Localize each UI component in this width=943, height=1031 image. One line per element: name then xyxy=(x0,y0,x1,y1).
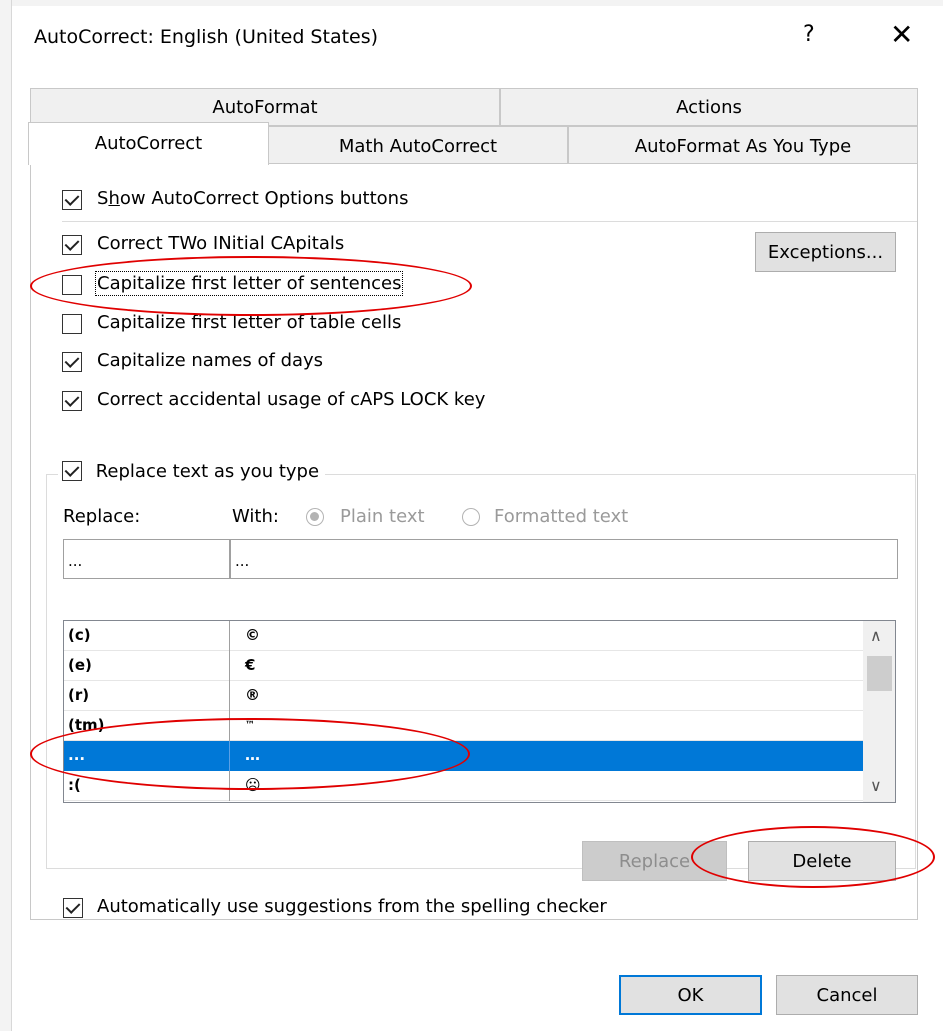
scrollbar-thumb[interactable] xyxy=(867,656,892,691)
tab-autocorrect[interactable]: AutoCorrect xyxy=(28,122,269,165)
replace-label: Replace: xyxy=(63,506,141,527)
list-item-replace: (e) xyxy=(68,656,92,674)
background-window-top-edge xyxy=(12,0,943,6)
show-autocorrect-buttons-checkbox[interactable] xyxy=(62,190,82,210)
help-button[interactable]: ? xyxy=(803,22,815,47)
tab-autoformat[interactable]: AutoFormat xyxy=(30,88,500,126)
list-item[interactable]: (r) ® xyxy=(64,681,863,711)
caps-lock-checkbox[interactable] xyxy=(62,391,82,411)
replace-text-label[interactable]: Replace text as you type xyxy=(96,461,319,482)
scroll-up-icon[interactable]: ∧ xyxy=(870,626,882,645)
formatted-text-radio[interactable] xyxy=(462,508,480,526)
column-separator xyxy=(229,621,230,651)
list-item-with: € xyxy=(245,656,256,674)
tab-actions[interactable]: Actions xyxy=(500,88,918,126)
dialog-title: AutoCorrect: English (United States) xyxy=(34,26,379,48)
tab-math-autocorrect[interactable]: Math AutoCorrect xyxy=(268,126,568,164)
separator xyxy=(62,221,917,222)
list-item-replace: (r) xyxy=(68,686,90,704)
tab-autoformat-as-you-type[interactable]: AutoFormat As You Type xyxy=(568,126,918,164)
annotation-ellipse-selected-row xyxy=(30,718,470,790)
plain-text-label[interactable]: Plain text xyxy=(340,506,425,527)
caps-lock-label[interactable]: Correct accidental usage of cAPS LOCK ke… xyxy=(97,389,485,410)
replace-text-checkbox[interactable] xyxy=(62,461,82,481)
list-item[interactable]: (c) © xyxy=(64,621,863,651)
list-item-with: © xyxy=(245,626,260,644)
two-initial-capitals-label[interactable]: Correct TWo INitial CApitals xyxy=(97,233,344,254)
cancel-button[interactable]: Cancel xyxy=(776,975,918,1015)
annotation-ellipse-sentences xyxy=(30,256,472,316)
first-letter-table-cells-checkbox[interactable] xyxy=(62,314,82,334)
column-separator xyxy=(229,681,230,711)
replace-input[interactable]: ... xyxy=(63,539,230,579)
ok-button[interactable]: OK xyxy=(619,975,762,1015)
replace-group-legend: Replace text as you type xyxy=(58,460,326,490)
names-of-days-label[interactable]: Capitalize names of days xyxy=(97,350,323,371)
close-icon[interactable]: ✕ xyxy=(890,18,913,51)
names-of-days-checkbox[interactable] xyxy=(62,352,82,372)
list-scrollbar[interactable] xyxy=(863,621,895,802)
list-item-replace: (c) xyxy=(68,626,91,644)
annotation-ellipse-delete xyxy=(691,826,935,888)
background-window-edge xyxy=(0,0,12,1031)
with-label: With: xyxy=(232,506,279,527)
list-item-replace: :( xyxy=(68,776,81,794)
scroll-down-icon[interactable]: ∨ xyxy=(870,776,882,795)
list-item[interactable]: (e) € xyxy=(64,651,863,681)
with-input[interactable]: ... xyxy=(230,539,898,579)
exceptions-button[interactable]: Exceptions... xyxy=(755,232,896,272)
list-item-with: ® xyxy=(245,686,260,704)
spelling-suggestions-label[interactable]: Automatically use suggestions from the s… xyxy=(97,896,607,917)
formatted-text-label[interactable]: Formatted text xyxy=(494,506,628,527)
spelling-suggestions-checkbox[interactable] xyxy=(63,898,83,918)
show-autocorrect-buttons-label[interactable]: Show AutoCorrect Options buttons xyxy=(97,188,408,209)
two-initial-capitals-checkbox[interactable] xyxy=(62,235,82,255)
plain-text-radio[interactable] xyxy=(306,508,324,526)
column-separator xyxy=(229,651,230,681)
